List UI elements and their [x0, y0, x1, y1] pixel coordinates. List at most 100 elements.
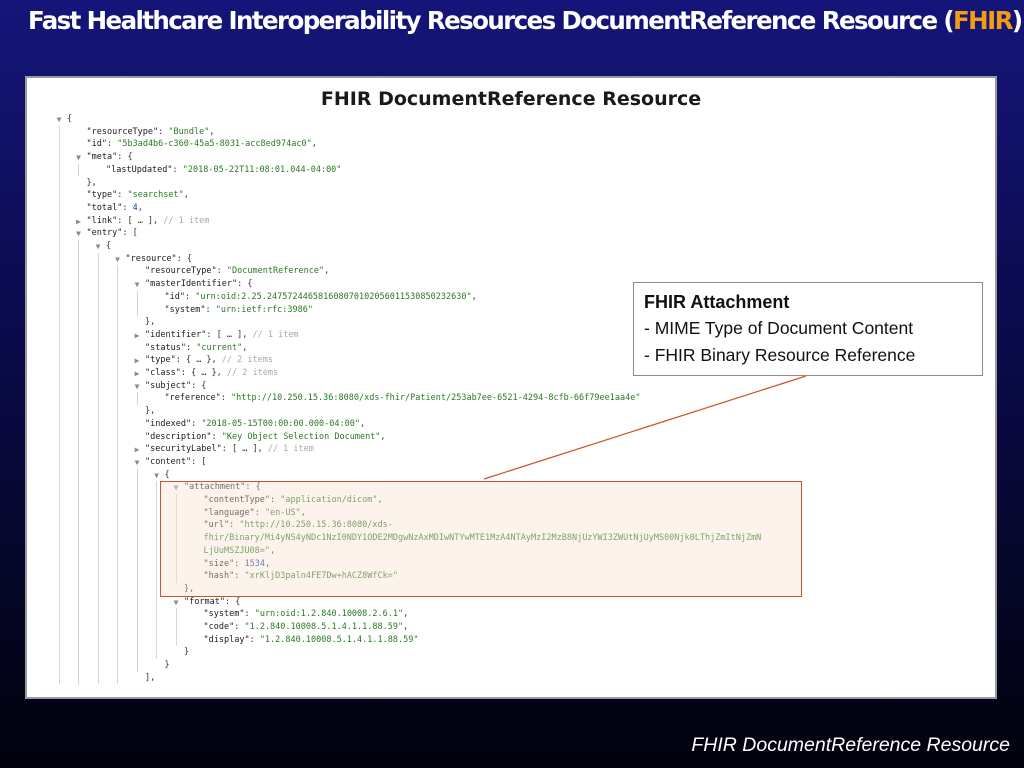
- expand-arrow-icon[interactable]: ▶: [132, 354, 142, 367]
- json-token: :: [191, 418, 202, 429]
- json-line: {: [106, 240, 111, 253]
- json-token: "resourceType": [145, 266, 217, 277]
- json-token: // 2 items: [226, 368, 279, 378]
- json-line: "meta": {: [87, 151, 133, 164]
- json-line: "system": "urn:oid:1.2.840.10008.2.6.1",: [204, 608, 409, 621]
- json-panel: FHIR DocumentReference Resource ▼{"resou…: [25, 76, 997, 699]
- collapse-arrow-icon[interactable]: ▼: [132, 380, 142, 393]
- json-token: "reference": [164, 393, 221, 404]
- json-line: "format": {: [184, 596, 240, 609]
- json-line: }: [184, 646, 189, 659]
- json-token: :: [185, 342, 197, 353]
- json-line: },: [145, 405, 155, 418]
- attachment-highlight-box: [160, 481, 802, 597]
- json-token: "type": [145, 355, 176, 366]
- json-token: ,: [403, 609, 409, 620]
- expand-arrow-icon[interactable]: ▶: [132, 367, 142, 380]
- json-token: : [ … ],: [206, 329, 253, 340]
- json-token: "system": [203, 609, 245, 620]
- json-line: "link": [ … ], // 1 item: [87, 215, 210, 228]
- indent-guide: [78, 163, 79, 177]
- json-token: "description": [145, 431, 212, 442]
- indent-guide: [117, 265, 118, 685]
- json-token: :: [220, 393, 232, 404]
- json-token: :: [249, 634, 260, 645]
- json-line: ],: [145, 672, 155, 685]
- json-token: :: [211, 431, 222, 442]
- collapse-arrow-icon[interactable]: ▼: [132, 456, 142, 469]
- json-token: :: [205, 304, 216, 315]
- slide-title-accent: FHIR: [953, 6, 1013, 35]
- json-token: "urn:ietf:rfc:3986": [215, 304, 313, 315]
- json-token: : [: [191, 456, 207, 467]
- json-line: },: [145, 316, 155, 329]
- collapse-arrow-icon[interactable]: ▼: [74, 227, 84, 240]
- slide-title-close: ): [1011, 6, 1023, 35]
- json-token: "code": [203, 622, 235, 632]
- expand-arrow-icon[interactable]: ▶: [74, 215, 84, 228]
- json-line: "class": { … }, // 2 items: [145, 367, 278, 380]
- expand-arrow-icon[interactable]: ▶: [132, 443, 142, 456]
- json-token: // 2 items: [221, 355, 273, 366]
- json-line: "code": "1.2.840.10008.5.1.4.1.1.88.59",: [204, 621, 409, 634]
- json-token: ,: [380, 431, 386, 442]
- indent-guide: [156, 481, 157, 660]
- json-token: :: [158, 126, 169, 137]
- json-token: "type": [86, 190, 118, 201]
- json-line: "type": "searchset",: [87, 189, 189, 202]
- json-token: "total": [86, 202, 123, 213]
- json-token: ,: [359, 418, 366, 429]
- collapse-arrow-icon[interactable]: ▼: [171, 596, 181, 609]
- json-line: "system": "urn:ietf:rfc:3986": [165, 304, 313, 317]
- json-token: :: [106, 139, 118, 150]
- json-token: {: [67, 114, 73, 124]
- collapse-arrow-icon[interactable]: ▼: [113, 253, 123, 266]
- json-line: "indexed": "2018-05-15T00:00:00.000-04:0…: [145, 418, 365, 431]
- json-line: "securityLabel": [ … ], // 1 item: [145, 443, 314, 456]
- callout-item-mime-type: - MIME Type of Document Content: [644, 318, 914, 338]
- json-token: "indexed": [145, 418, 192, 429]
- json-viewer: ▼{"resourceType": "Bundle", "id": "5b3ad4…: [27, 110, 995, 697]
- fhir-attachment-callout: FHIR Attachment - MIME Type of Document …: [633, 282, 983, 376]
- json-token: ,: [471, 291, 477, 302]
- json-token: :: [122, 202, 133, 213]
- json-token: :: [117, 190, 128, 201]
- json-token: : {: [117, 152, 133, 163]
- json-line: "total": 4,: [87, 202, 143, 215]
- indent-guide: [58, 125, 60, 685]
- json-token: "class": [145, 368, 181, 378]
- json-token: : {: [191, 380, 207, 391]
- json-token: },: [86, 177, 97, 188]
- json-token: {: [106, 241, 112, 251]
- collapse-arrow-icon[interactable]: ▼: [74, 151, 84, 164]
- expand-arrow-icon[interactable]: ▶: [132, 329, 142, 342]
- json-token: : { … },: [180, 368, 227, 378]
- json-token: },: [145, 406, 156, 417]
- collapse-arrow-icon[interactable]: ▼: [152, 469, 162, 482]
- json-token: "entry": [86, 228, 123, 239]
- json-line: },: [87, 177, 97, 190]
- collapse-arrow-icon[interactable]: ▼: [93, 240, 103, 253]
- indent-guide: [78, 240, 79, 685]
- indent-guide: [136, 290, 138, 317]
- collapse-arrow-icon[interactable]: ▼: [54, 113, 64, 126]
- json-line: }: [165, 659, 170, 672]
- json-token: "subject": [145, 380, 192, 391]
- json-line: "id": "urn:oid:2.25.24757244658160807010…: [165, 291, 477, 304]
- json-token: },: [145, 317, 156, 328]
- json-token: "display": [203, 634, 250, 645]
- json-token: "Key Object Selection Document": [221, 431, 381, 442]
- collapse-arrow-icon[interactable]: ▼: [132, 278, 142, 291]
- json-token: "5b3ad4b6-c360-45a5-8031-acc8ed974ac0": [117, 139, 312, 150]
- slide-title: Fast Healthcare Interoperability Resourc…: [28, 6, 1023, 35]
- json-token: }: [164, 660, 170, 671]
- json-token: "content": [145, 456, 192, 467]
- json-line: "description": "Key Object Selection Doc…: [145, 431, 386, 444]
- json-token: "1.2.840.10008.5.1.4.1.1.88.59": [244, 622, 404, 632]
- json-token: "meta": [86, 152, 118, 163]
- json-token: "current": [196, 342, 243, 353]
- json-line: "subject": {: [145, 380, 206, 393]
- json-token: ,: [324, 266, 330, 277]
- json-line: "resource": {: [126, 253, 193, 266]
- json-line: "identifier": [ … ], // 1 item: [145, 329, 299, 342]
